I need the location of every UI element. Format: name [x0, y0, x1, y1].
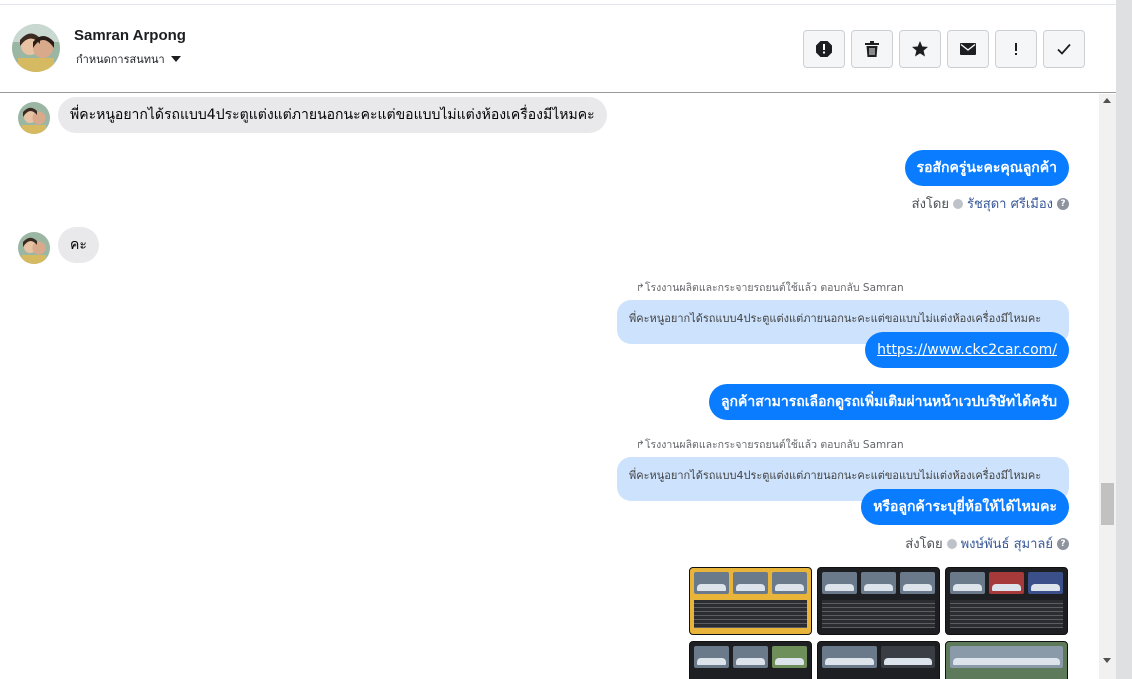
incoming-message: พี่คะหนูอยากได้รถแบบ4ประตูแต่งแต่ภายนอกน… — [58, 97, 607, 133]
image-attachment[interactable] — [945, 567, 1068, 635]
sent-by-prefix: ส่งโดย — [911, 197, 949, 212]
contact-name[interactable]: Samran Arpong — [74, 27, 186, 44]
sent-by-line: ส่งโดย รัชสุดา ศรีเมือง ? — [912, 193, 1069, 214]
contact-avatar — [18, 102, 50, 134]
message-thread: พี่คะหนูอยากได้รถแบบ4ประตูแต่งแต่ภายนอกน… — [0, 94, 1099, 679]
incoming-message: คะ — [58, 227, 99, 263]
image-attachment[interactable] — [945, 641, 1068, 679]
image-attachment[interactable] — [817, 641, 940, 679]
scrollbar-thumb[interactable] — [1101, 483, 1114, 525]
trash-icon — [865, 41, 879, 57]
sent-by-prefix: ส่งโดย — [905, 537, 943, 552]
page-edge — [1116, 0, 1132, 679]
report-button[interactable] — [803, 30, 845, 68]
website-link[interactable]: https://www.ckc2car.com/ — [877, 342, 1057, 358]
help-icon[interactable]: ? — [1057, 537, 1069, 550]
mark-unread-button[interactable] — [947, 30, 989, 68]
spam-button[interactable] — [995, 30, 1037, 68]
conversation-header: Samran Arpong กำหนดการสนทนา — [0, 4, 1116, 93]
help-icon[interactable]: ? — [1057, 197, 1069, 210]
reply-label: ↱โรงงานผลิตและกระจายรถยนต์ใช้แล้ว ตอบกลั… — [636, 282, 904, 294]
agent-avatar-icon — [946, 538, 957, 549]
reply-label: ↱โรงงานผลิตและกระจายรถยนต์ใช้แล้ว ตอบกลั… — [636, 439, 904, 451]
avatar[interactable] — [12, 24, 60, 72]
contact-avatar — [18, 232, 50, 264]
star-button[interactable] — [899, 30, 941, 68]
action-toolbar — [803, 30, 1085, 68]
outgoing-link-message: https://www.ckc2car.com/ — [865, 332, 1069, 368]
agent-name[interactable]: พงษ์พันธ์ สุมาลย์ — [961, 533, 1053, 554]
reply-arrow-icon: ↱ — [636, 439, 645, 451]
mark-done-button[interactable] — [1043, 30, 1085, 68]
agent-avatar-icon — [952, 198, 963, 209]
exclamation-icon — [1015, 43, 1017, 55]
delete-button[interactable] — [851, 30, 893, 68]
image-attachment[interactable] — [689, 567, 812, 635]
caret-down-icon — [170, 56, 181, 62]
scrollbar-track[interactable] — [1099, 94, 1116, 679]
mail-icon — [960, 43, 976, 55]
assign-label: กำหนดการสนทนา — [76, 53, 165, 66]
outgoing-message: ลูกค้าสามารถเลือกดูรถเพิ่มเติมผ่านหน้าเว… — [708, 384, 1069, 420]
report-icon — [816, 41, 832, 57]
assign-conversation-dropdown[interactable]: กำหนดการสนทนา — [76, 50, 181, 68]
sent-by-line: ส่งโดย พงษ์พันธ์ สุมาลย์ ? — [905, 533, 1069, 554]
scroll-down-arrow-icon[interactable] — [1103, 658, 1111, 663]
star-icon — [912, 41, 928, 57]
outgoing-message: รอสักครู่นะคะคุณลูกค้า — [904, 150, 1069, 186]
reply-arrow-icon: ↱ — [636, 282, 645, 294]
agent-name[interactable]: รัชสุดา ศรีเมือง — [967, 193, 1053, 214]
check-icon — [1057, 43, 1071, 55]
image-attachment[interactable] — [817, 567, 940, 635]
scroll-up-arrow-icon[interactable] — [1103, 98, 1111, 103]
image-attachment[interactable] — [689, 641, 812, 679]
outgoing-message: หรือลูกค้าระบุยี่ห้อให้ได้ไหมคะ — [861, 489, 1069, 525]
